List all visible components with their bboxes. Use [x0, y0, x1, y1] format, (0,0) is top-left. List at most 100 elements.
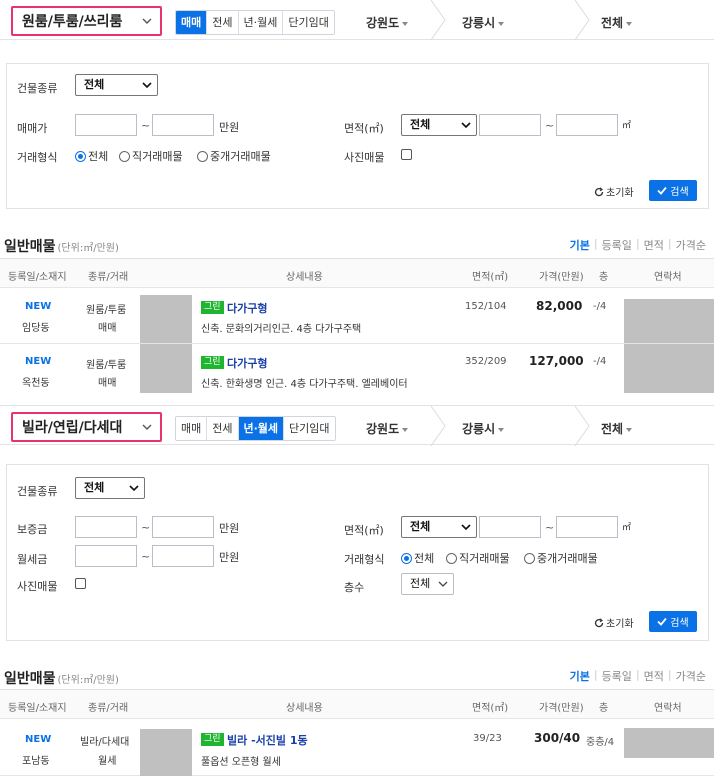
range-tilde: ~ — [141, 550, 151, 563]
filter-box-1: 건물종류 전체 매매가 ~ 만원 면적(㎡) 전체 ~ ㎡ 거래형식 전체 직거… — [6, 63, 709, 209]
reset-button[interactable]: 초기화 — [594, 615, 634, 630]
tab-sale[interactable]: 매매 — [176, 11, 208, 34]
check-icon — [657, 186, 667, 195]
floors-select[interactable]: 전체 — [401, 573, 454, 595]
region-city[interactable]: 강릉시 — [462, 420, 505, 437]
area-max-input[interactable] — [556, 516, 618, 538]
sort-date[interactable]: 등록일 — [598, 237, 636, 253]
photo-checkbox[interactable] — [401, 149, 412, 160]
listing-title-text: 일반매물 — [4, 239, 56, 255]
tab-monthly-rent[interactable]: 년·월세 — [238, 417, 285, 440]
listing-floor: 중층/4 — [586, 737, 615, 748]
listing-title-link[interactable]: 다가구형 — [227, 300, 267, 316]
deal-type-direct-radio[interactable]: 직거래매물 — [446, 550, 510, 566]
tab-monthly-rent[interactable]: 년·월세 — [238, 11, 284, 34]
range-tilde: ~ — [545, 521, 555, 534]
region-province-label: 강원도 — [366, 422, 400, 436]
rent-max-input[interactable] — [152, 545, 214, 567]
property-type-select-2[interactable]: 빌라/연립/다세대 — [11, 412, 162, 442]
listing-price: 300/40 — [534, 731, 581, 745]
rent-min-input[interactable] — [75, 545, 137, 567]
price-max-input[interactable] — [152, 114, 214, 136]
region-province[interactable]: 강원도 — [366, 14, 409, 31]
listing-description: 신축. 문화의거리인근. 4층 다가구주택 — [201, 324, 362, 335]
green-badge: 그린 — [201, 301, 224, 314]
area-value: 전체 — [410, 118, 431, 131]
sort-price[interactable]: 가격순 — [672, 668, 710, 684]
area-unit: ㎡ — [622, 523, 632, 533]
location: 옥천동 — [22, 378, 50, 389]
sort-default[interactable]: 기본 — [566, 237, 594, 253]
building-type-select[interactable]: 전체 — [75, 74, 158, 96]
table-row[interactable]: NEW 옥천동 원룸/투룸 매매 그린 다가구형 신축. 한화생명 인근. 4층… — [0, 344, 714, 396]
region-city[interactable]: 강릉시 — [462, 14, 505, 31]
chevron-down-icon — [438, 581, 448, 587]
building-type-select[interactable]: 전체 — [75, 477, 145, 499]
col-floor: 층 — [599, 703, 609, 714]
sort-price[interactable]: 가격순 — [672, 237, 710, 253]
sort-date[interactable]: 등록일 — [598, 668, 636, 684]
region-district[interactable]: 전체 — [601, 14, 633, 31]
radio-selected-icon — [75, 150, 86, 162]
col-details: 상세내용 — [286, 272, 323, 283]
caret-down-icon — [626, 21, 633, 26]
tab-short-term[interactable]: 단기임대 — [283, 11, 334, 34]
listing-thumbnail[interactable] — [140, 344, 192, 393]
col-contact: 연락처 — [654, 703, 682, 714]
reset-button[interactable]: 초기화 — [594, 184, 634, 199]
radio-label: 직거래매물 — [459, 552, 510, 565]
deal-type-all-radio[interactable]: 전체 — [401, 550, 434, 566]
tab-sale[interactable]: 매매 — [176, 417, 208, 440]
area-select[interactable]: 전체 — [401, 114, 477, 136]
deal-type-direct-radio[interactable]: 직거래매물 — [119, 148, 183, 164]
deal-type: 매매 — [98, 323, 117, 334]
tab-jeonse[interactable]: 전세 — [207, 11, 239, 34]
price-min-input[interactable] — [75, 114, 137, 136]
new-badge: NEW — [25, 301, 52, 312]
deal-type-broker-radio[interactable]: 중개거래매물 — [524, 550, 598, 566]
refresh-icon — [594, 186, 604, 196]
listing-title-link[interactable]: 빌라 -서진빌 1동 — [227, 732, 308, 748]
listing-area: 352/209 — [465, 356, 507, 367]
region-district-label: 전체 — [601, 422, 624, 436]
col-kind-deal: 종류/거래 — [88, 272, 129, 283]
area-select[interactable]: 전체 — [401, 516, 477, 538]
deal-type-broker-radio[interactable]: 중개거래매물 — [197, 148, 271, 164]
sort-area[interactable]: 면적 — [640, 237, 668, 253]
area-label: 면적(㎡) — [344, 524, 384, 537]
range-tilde: ~ — [545, 119, 555, 132]
deal-type-all-radio[interactable]: 전체 — [75, 148, 108, 164]
col-area: 면적(㎡) — [472, 703, 509, 714]
deposit-max-input[interactable] — [152, 516, 214, 538]
building-type-value: 전체 — [84, 78, 105, 91]
filter-box-2: 건물종류 전체 보증금 ~ 만원 면적(㎡) 전체 ~ ㎡ 월세금 ~ 만원 거… — [6, 464, 709, 641]
region-province-label: 강원도 — [366, 16, 400, 30]
sort-options-1: 기본 | 등록일 | 면적 | 가격순 — [566, 237, 710, 253]
property-type-value: 빌라/연립/다세대 — [22, 420, 123, 436]
region-district[interactable]: 전체 — [601, 420, 633, 437]
new-badge: NEW — [25, 734, 52, 745]
listing-title-link[interactable]: 다가구형 — [227, 355, 267, 371]
table-row[interactable]: NEW 임당동 원룸/투룸 매매 그린 다가구형 신축. 문화의거리인근. 4층… — [0, 289, 714, 344]
deal-type-label: 거래형식 — [17, 151, 58, 164]
chevron-separator-icon — [574, 406, 590, 446]
region-province[interactable]: 강원도 — [366, 420, 409, 437]
photo-label: 사진매물 — [344, 151, 385, 164]
price-unit: 만원 — [219, 121, 240, 134]
property-type-select-1[interactable]: 원룸/투룸/쓰리룸 — [11, 6, 162, 36]
listing-thumbnail[interactable] — [140, 729, 192, 776]
photo-checkbox[interactable] — [75, 578, 86, 589]
search-button[interactable]: 검색 — [649, 180, 697, 201]
sort-default[interactable]: 기본 — [566, 668, 594, 684]
search-button[interactable]: 검색 — [649, 611, 697, 632]
listing-thumbnail[interactable] — [140, 295, 192, 343]
area-min-input[interactable] — [479, 114, 541, 136]
area-max-input[interactable] — [556, 114, 618, 136]
area-min-input[interactable] — [479, 516, 541, 538]
sort-area[interactable]: 면적 — [640, 668, 668, 684]
deal-type: 월세 — [98, 756, 117, 767]
table-row[interactable]: NEW 포남동 빌라/다세대 월세 그린 빌라 -서진빌 1동 풀옵션 오픈형 … — [0, 720, 714, 776]
tab-short-term[interactable]: 단기임대 — [284, 417, 335, 440]
deposit-min-input[interactable] — [75, 516, 137, 538]
tab-jeonse[interactable]: 전세 — [207, 417, 239, 440]
